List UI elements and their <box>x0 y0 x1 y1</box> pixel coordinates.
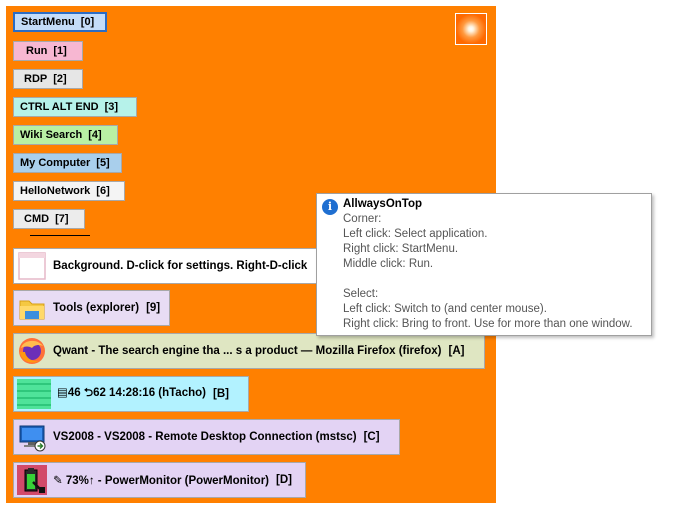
button-label: HelloNetwork <box>20 185 91 197</box>
shortcut-key: [C] <box>363 431 380 443</box>
cmd-button[interactable]: CMD [7] <box>13 209 85 229</box>
rdp-button[interactable]: RDP [2] <box>13 69 83 89</box>
window-label: ▤46 ⮌62 14:28:16 (hTacho) <box>57 386 206 399</box>
shortcut-key: [0] <box>80 16 95 28</box>
button-label: CMD <box>24 213 50 225</box>
shortcut-key: [7] <box>55 213 69 225</box>
button-label: Wiki Search <box>20 129 83 141</box>
tooltip-line: Corner: <box>343 213 382 225</box>
window-item-firefox[interactable]: Qwant - The search engine tha ... s a pr… <box>13 333 485 369</box>
folder-icon <box>17 293 47 323</box>
tooltip: i AllwaysOnTop Corner: Left click: Selec… <box>316 193 652 336</box>
shortcut-key: [4] <box>88 129 102 141</box>
window-label: ✎ 73%↑ - PowerMonitor (PowerMonitor) <box>53 475 270 487</box>
my-computer-button[interactable]: My Computer [5] <box>13 153 122 173</box>
battery-icon <box>17 465 47 495</box>
blank-window-icon <box>17 251 47 281</box>
button-label: CTRL ALT END <box>20 101 99 113</box>
tooltip-line: Right click: StartMenu. <box>343 243 459 255</box>
window-item-background[interactable]: Background. D-click for settings. Right-… <box>13 248 333 284</box>
shortcut-key: [D] <box>276 474 292 486</box>
shortcut-key: [1] <box>53 45 67 57</box>
ctrl-alt-end-button[interactable]: CTRL ALT END [3] <box>13 97 137 117</box>
shortcut-key: [3] <box>104 101 119 113</box>
window-item-htacho[interactable]: ▤46 ⮌62 14:28:16 (hTacho) [B] <box>13 376 249 412</box>
shortcut-key: [2] <box>53 73 67 85</box>
tooltip-line: Left click: Switch to (and center mouse)… <box>343 303 547 315</box>
shortcut-key: [6] <box>96 185 110 197</box>
button-label: RDP <box>24 73 48 85</box>
wiki-search-button[interactable]: Wiki Search [4] <box>13 125 118 145</box>
tooltip-line: Select: <box>343 288 379 300</box>
tooltip-line: Middle click: Run. <box>343 258 434 270</box>
shortcut-key: [B] <box>212 388 229 400</box>
tacho-icon <box>17 379 51 409</box>
firefox-icon <box>17 336 47 366</box>
run-button[interactable]: Run [1] <box>13 41 83 61</box>
corner-sparkle-icon[interactable] <box>455 13 487 45</box>
window-item-tools[interactable]: Tools (explorer) [9] <box>13 290 170 326</box>
tooltip-title: AllwaysOnTop <box>343 198 423 210</box>
button-label: StartMenu <box>21 16 75 28</box>
separator <box>30 235 90 236</box>
tooltip-line: Left click: Select application. <box>343 228 488 240</box>
shortcut-key: [A] <box>448 345 465 357</box>
remote-desktop-icon <box>17 422 47 452</box>
tooltip-line: Right click: Bring to front. Use for mor… <box>343 318 633 330</box>
startmenu-button[interactable]: StartMenu [0] <box>13 12 107 32</box>
shortcut-key: [9] <box>146 302 161 314</box>
window-label: Background. D-click for settings. Right-… <box>53 260 308 272</box>
window-label: Qwant - The search engine tha ... s a pr… <box>53 345 442 357</box>
window-label: Tools (explorer) <box>53 302 140 314</box>
window-label: VS2008 - VS2008 - Remote Desktop Connect… <box>53 431 357 443</box>
shortcut-key: [5] <box>96 157 110 169</box>
hellonetwork-button[interactable]: HelloNetwork [6] <box>13 181 125 201</box>
window-item-powermonitor[interactable]: ✎ 73%↑ - PowerMonitor (PowerMonitor) [D] <box>13 462 306 498</box>
button-label: My Computer <box>20 157 91 169</box>
info-icon: i <box>322 199 338 215</box>
button-label: Run <box>26 45 48 57</box>
window-item-mstsc[interactable]: VS2008 - VS2008 - Remote Desktop Connect… <box>13 419 400 455</box>
